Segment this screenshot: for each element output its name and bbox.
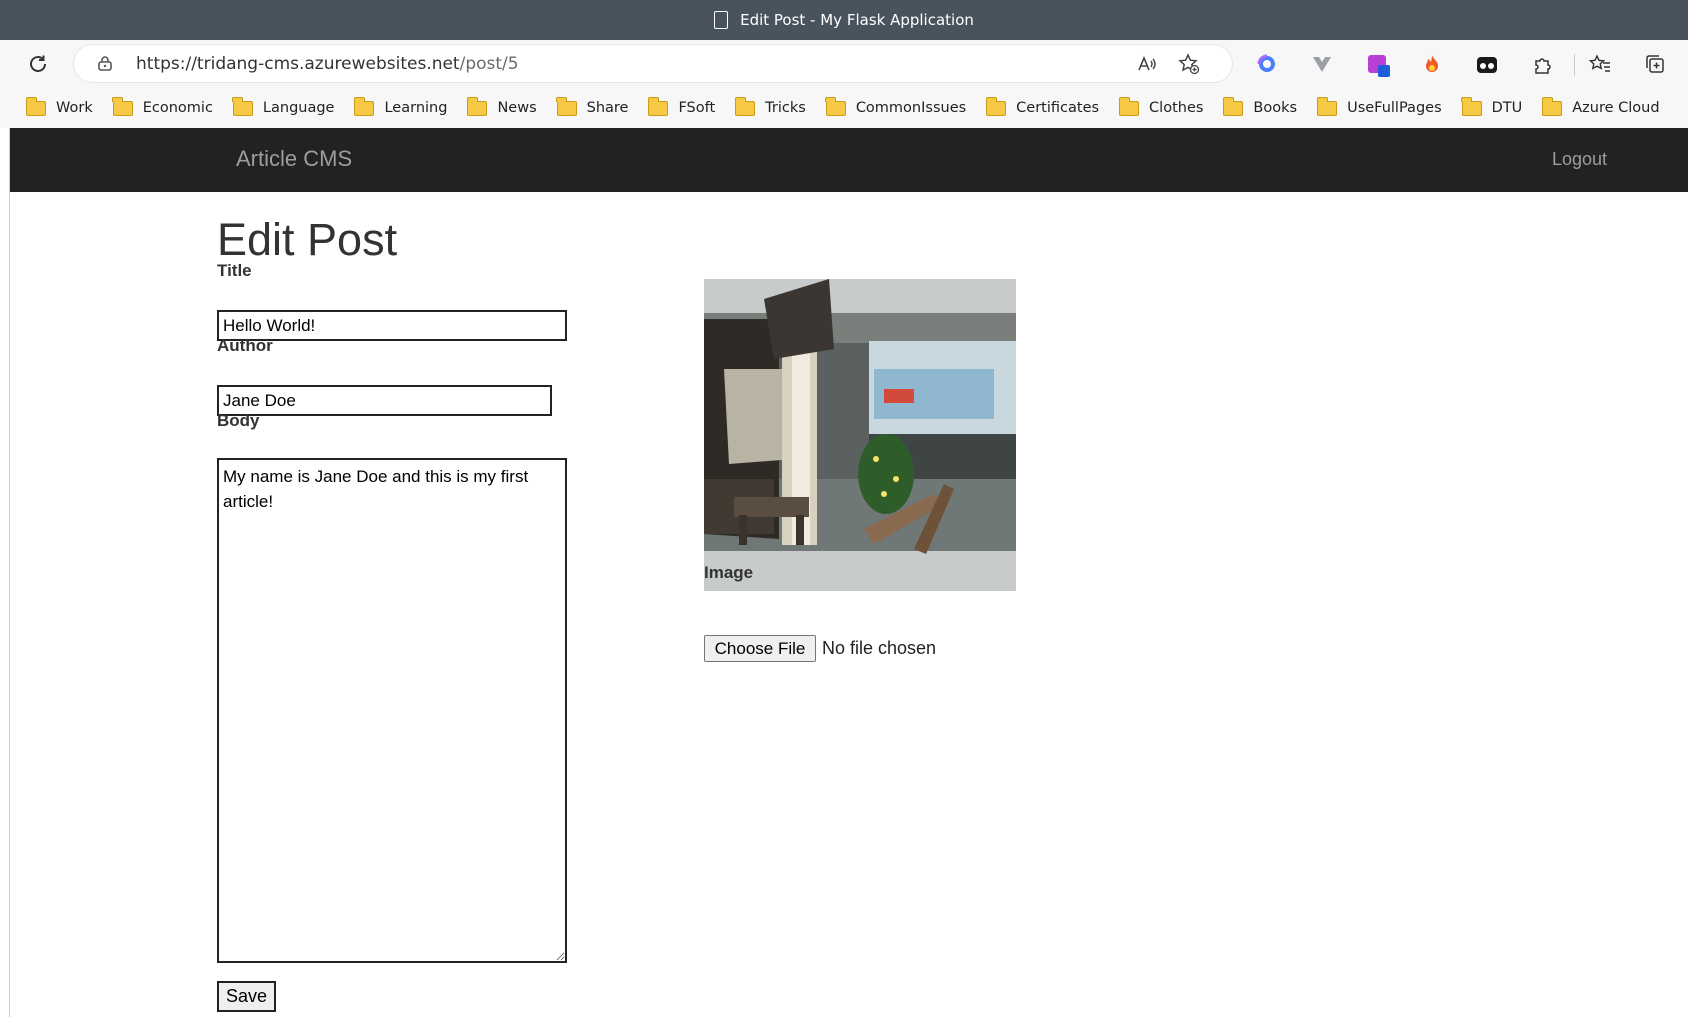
folder-icon: [1222, 96, 1244, 116]
bookmark-tricks[interactable]: Tricks: [734, 96, 806, 116]
toolbar-divider: [1574, 54, 1575, 76]
bookmark-clothes[interactable]: Clothes: [1118, 96, 1204, 116]
fire-extension-icon[interactable]: [1420, 53, 1444, 77]
bookmark-language[interactable]: Language: [232, 96, 335, 116]
author-label: Author: [217, 336, 273, 355]
body-textarea[interactable]: My name is Jane Doe and this is my first…: [217, 458, 567, 963]
bookmark-label: Learning: [384, 100, 448, 116]
folder-icon: [647, 96, 669, 116]
bookmark-label: Clothes: [1149, 100, 1204, 116]
bookmark-certificates[interactable]: Certificates: [985, 96, 1100, 116]
bookmark-label: Share: [586, 100, 629, 116]
author-input[interactable]: [217, 385, 552, 416]
bookmark-label: Books: [1253, 100, 1298, 116]
file-status-text: No file chosen: [822, 638, 937, 658]
add-favorite-icon[interactable]: [1178, 53, 1200, 75]
folder-icon: [112, 96, 133, 116]
page-viewport: Article CMS Logout Edit Post Title Autho…: [9, 128, 1688, 1017]
bookmark-label: News: [497, 100, 537, 116]
bookmark-usefullpages[interactable]: UseFullPages: [1316, 96, 1442, 116]
folder-icon: [466, 96, 488, 116]
body-label: Body: [217, 411, 260, 430]
bookmark-news[interactable]: News: [466, 96, 537, 116]
folder-icon: [25, 96, 46, 116]
folder-icon: [353, 96, 375, 116]
post-image-preview: [704, 279, 1016, 591]
copilot-icon[interactable]: [1255, 53, 1279, 77]
bookmarks-bar: Work Economic Language Learning News Sha…: [0, 88, 1688, 128]
site-navbar: Article CMS Logout: [10, 128, 1688, 192]
browser-toolbar: https://tridang-cms.azurewebsites.net/po…: [0, 40, 1688, 88]
vue-devtools-icon[interactable]: [1310, 53, 1334, 77]
window-titlebar: Edit Post - My Flask Application: [0, 0, 1688, 40]
bookmark-label: FSoft: [678, 100, 716, 116]
bookmark-label: Work: [56, 100, 93, 116]
bookmark-learning[interactable]: Learning: [353, 96, 448, 116]
folder-icon: [1541, 96, 1563, 116]
bookmark-commonissues[interactable]: CommonIssues: [825, 96, 967, 116]
bookmark-fsoft[interactable]: FSoft: [647, 96, 716, 116]
lock-icon[interactable]: [98, 55, 112, 71]
bookmark-label: DTU: [1491, 100, 1523, 116]
folder-icon: [825, 96, 846, 116]
puzzle-icon[interactable]: [1531, 53, 1555, 77]
favorites-icon[interactable]: [1588, 53, 1612, 77]
url-path: /post/5: [459, 54, 519, 74]
window-title: Edit Post - My Flask Application: [740, 11, 974, 29]
bookmark-label: Economic: [142, 100, 213, 116]
logout-link[interactable]: Logout: [1552, 149, 1607, 170]
read-aloud-icon[interactable]: [1136, 53, 1158, 75]
bookmark-label: CommonIssues: [855, 100, 967, 116]
refresh-icon[interactable]: [26, 52, 50, 76]
bookmark-economic[interactable]: Economic: [112, 96, 213, 116]
brand-link[interactable]: Article CMS: [236, 146, 352, 172]
folder-icon: [1118, 96, 1140, 116]
address-bar[interactable]: https://tridang-cms.azurewebsites.net/po…: [74, 45, 1232, 82]
url-text[interactable]: https://tridang-cms.azurewebsites.net/po…: [136, 54, 519, 74]
page-document-icon: [714, 11, 729, 29]
folder-icon: [232, 96, 253, 116]
image-label: Image: [704, 563, 754, 582]
title-label: Title: [217, 261, 252, 280]
folder-icon: [556, 96, 577, 116]
url-host: https://tridang-cms.azurewebsites.net: [136, 54, 460, 74]
bookmark-work[interactable]: Work: [25, 96, 93, 116]
folder-icon: [1316, 96, 1338, 116]
folder-icon: [985, 96, 1007, 116]
bookmark-label: Tricks: [765, 100, 806, 116]
page-title: Edit Post: [217, 214, 398, 265]
bookmark-label: Language: [262, 100, 335, 116]
bookmark-books[interactable]: Books: [1222, 96, 1298, 116]
extension-color-icon[interactable]: [1366, 53, 1390, 77]
folder-icon: [1461, 96, 1482, 116]
folder-icon: [734, 96, 756, 116]
collections-icon[interactable]: [1643, 53, 1667, 77]
choose-file-button[interactable]: Choose File: [704, 635, 816, 662]
goggles-extension-icon[interactable]: [1475, 53, 1499, 77]
bookmark-label: Certificates: [1016, 100, 1100, 116]
bookmark-azure-cloud[interactable]: Azure Cloud: [1541, 96, 1660, 116]
save-button[interactable]: Save: [217, 981, 276, 1012]
bookmark-label: Azure Cloud: [1572, 100, 1660, 116]
bookmark-dtu[interactable]: DTU: [1461, 96, 1523, 116]
bookmark-share[interactable]: Share: [556, 96, 629, 116]
bookmark-label: UseFullPages: [1347, 100, 1442, 116]
